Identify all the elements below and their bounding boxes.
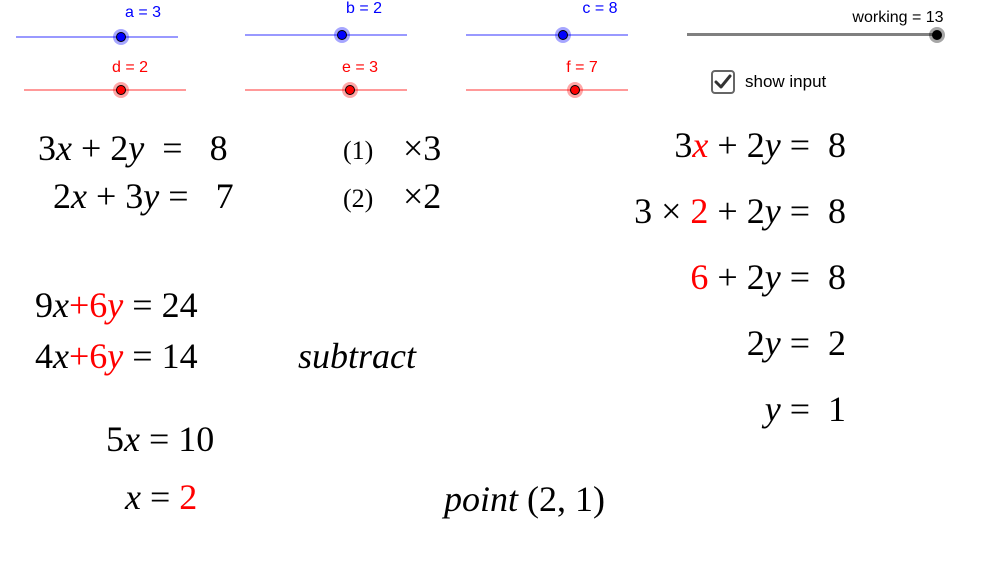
slider-f-handle[interactable] bbox=[567, 82, 583, 98]
eq2-x-coef: 2 bbox=[53, 176, 71, 216]
equation-2: 2x + 3y = 7 bbox=[53, 176, 234, 216]
slider-c-track[interactable] bbox=[466, 34, 628, 36]
slider-b-track[interactable] bbox=[245, 34, 407, 36]
sub5-rhs: 1 bbox=[828, 389, 846, 429]
scaled-eq1-rhs: 24 bbox=[161, 285, 198, 325]
slider-working[interactable] bbox=[687, 25, 945, 45]
show-input-label: show input bbox=[745, 72, 827, 91]
scaled-eq1-x-coef: 9 bbox=[35, 285, 53, 325]
slider-d-handle[interactable] bbox=[113, 82, 129, 98]
scaled-eq2-rhs: 14 bbox=[161, 336, 198, 376]
equation-1: 3x + 2y = 8 bbox=[38, 128, 228, 168]
equation-2-multiplier: ×2 bbox=[403, 176, 442, 216]
sub2-x-value: 2 bbox=[690, 191, 709, 231]
slider-e-handle[interactable] bbox=[342, 82, 358, 98]
slider-e-label: e = 3 bbox=[341, 59, 379, 76]
sub2-coef: 3 bbox=[634, 191, 653, 231]
slider-f-track[interactable] bbox=[466, 89, 628, 91]
sub4-coef: 2 bbox=[746, 323, 765, 363]
var-x: x bbox=[53, 285, 69, 325]
slider-working-handle[interactable] bbox=[929, 27, 945, 43]
slider-c[interactable] bbox=[466, 25, 628, 45]
scaled-eq2-x-coef: 4 bbox=[35, 336, 53, 376]
var-x: x bbox=[71, 176, 87, 216]
var-x: x bbox=[125, 477, 141, 517]
slider-d-label: d = 2 bbox=[111, 59, 149, 76]
var-y: y bbox=[764, 257, 781, 297]
substitution-line-5: y = 1 bbox=[764, 389, 846, 429]
substitution-line-4: 2y = 2 bbox=[746, 323, 846, 363]
checkmark-icon bbox=[714, 74, 732, 89]
var-y: y bbox=[764, 389, 781, 429]
sub2-rhs: 8 bbox=[828, 191, 846, 231]
eq2-y-coef: 3 bbox=[125, 176, 144, 216]
scaled-equation-1: 9x+6y = 24 bbox=[35, 285, 198, 325]
slider-c-handle[interactable] bbox=[555, 27, 571, 43]
var-x: x bbox=[56, 128, 72, 168]
slider-b-label: b = 2 bbox=[345, 0, 383, 17]
var-x: x bbox=[692, 125, 709, 165]
combined-equation: 5x = 10 bbox=[106, 419, 215, 459]
slider-c-label: c = 8 bbox=[582, 0, 618, 17]
equation-1-multiplier: ×3 bbox=[403, 128, 442, 168]
var-y: y bbox=[128, 128, 145, 168]
slider-f[interactable] bbox=[466, 80, 628, 100]
combined-rhs: 10 bbox=[178, 419, 215, 459]
var-y: y bbox=[107, 336, 124, 376]
slider-a-track[interactable] bbox=[16, 36, 178, 38]
point-word: point bbox=[444, 479, 519, 519]
eq1-x-coef: 3 bbox=[38, 128, 56, 168]
sub3-product: 6 bbox=[690, 257, 709, 297]
sub1-coef: 3 bbox=[674, 125, 693, 165]
show-input-checkbox[interactable]: show input bbox=[711, 70, 826, 94]
times-sign: × bbox=[661, 191, 682, 231]
var-x: x bbox=[124, 419, 140, 459]
subtract-label: subtract bbox=[298, 336, 417, 376]
slider-f-label: f = 7 bbox=[566, 59, 598, 76]
scaled-eq2-y-term: +6 bbox=[68, 336, 108, 376]
substitution-line-2: 3 × 2 + 2y = 8 bbox=[634, 191, 846, 231]
slider-d-track[interactable] bbox=[24, 89, 186, 91]
var-x: x bbox=[53, 336, 69, 376]
x-solution: x = 2 bbox=[125, 477, 198, 517]
slider-a-label: a = 3 bbox=[124, 4, 162, 21]
substitution-line-3: 6 + 2y = 8 bbox=[690, 257, 846, 297]
equation-1-tag: (1) bbox=[343, 136, 374, 165]
combined-x-coef: 5 bbox=[106, 419, 124, 459]
slider-working-track[interactable] bbox=[687, 33, 938, 36]
sub4-rhs: 2 bbox=[828, 323, 846, 363]
point-coords: (2, 1) bbox=[527, 479, 605, 519]
slider-b[interactable] bbox=[245, 25, 407, 45]
point-solution: point (2, 1) bbox=[444, 478, 605, 520]
sub3-rhs: 8 bbox=[828, 257, 846, 297]
slider-e[interactable] bbox=[245, 80, 407, 100]
slider-b-handle[interactable] bbox=[334, 27, 350, 43]
var-y: y bbox=[107, 285, 124, 325]
slider-e-track[interactable] bbox=[245, 89, 407, 91]
slider-d[interactable] bbox=[24, 80, 186, 100]
slider-a-handle[interactable] bbox=[113, 29, 129, 45]
var-y: y bbox=[764, 191, 781, 231]
eq2-rhs: 7 bbox=[215, 176, 234, 216]
scaled-eq1-y-term: +6 bbox=[68, 285, 108, 325]
eq1-rhs: 8 bbox=[209, 128, 228, 168]
x-value: 2 bbox=[179, 477, 198, 517]
slider-a[interactable] bbox=[16, 27, 178, 47]
substitution-line-1: 3x + 2y = 8 bbox=[674, 125, 846, 165]
sub1-rhs: 8 bbox=[828, 125, 846, 165]
checkbox-box[interactable] bbox=[711, 70, 735, 94]
var-y: y bbox=[764, 323, 781, 363]
var-y: y bbox=[764, 125, 781, 165]
eq1-y-coef: 2 bbox=[110, 128, 129, 168]
scaled-equation-2: 4x+6y = 14 bbox=[35, 336, 198, 376]
var-y: y bbox=[143, 176, 160, 216]
equation-2-tag: (2) bbox=[343, 184, 374, 213]
